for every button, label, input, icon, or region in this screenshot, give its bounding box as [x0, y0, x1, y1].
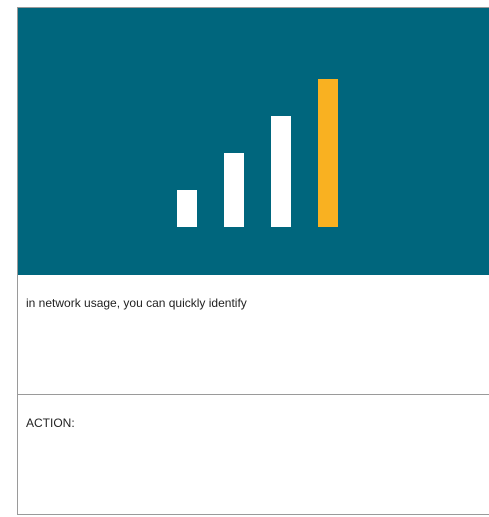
signal-bar-2: [224, 153, 244, 227]
description-text: in network usage, you can quickly identi…: [26, 296, 247, 310]
action-section: ACTION:: [18, 395, 489, 515]
signal-bar-1: [177, 190, 197, 227]
action-label: ACTION:: [26, 416, 75, 430]
info-card: in network usage, you can quickly identi…: [17, 7, 489, 515]
description-section: in network usage, you can quickly identi…: [18, 275, 489, 395]
hero-banner: [18, 8, 489, 275]
signal-bar-4: [318, 79, 338, 227]
signal-bar-3: [271, 116, 291, 227]
